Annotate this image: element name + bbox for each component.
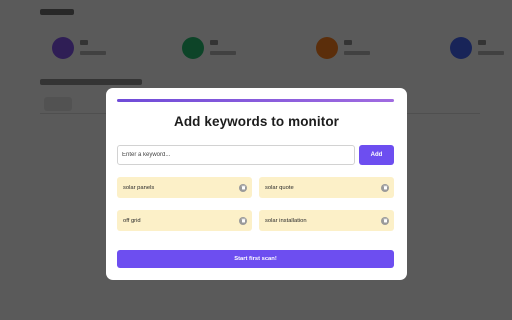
add-keyword-button[interactable]: Add	[359, 145, 394, 165]
trash-icon[interactable]	[381, 216, 389, 225]
keyword-chip: solar quote	[259, 177, 394, 198]
keyword-input[interactable]	[117, 145, 355, 165]
keyword-chip: solar installation	[259, 210, 394, 231]
trash-icon[interactable]	[381, 183, 389, 192]
modal-title: Add keywords to monitor	[173, 114, 340, 129]
keyword-chip-label: off grid	[123, 217, 141, 224]
keyword-chip: off grid	[117, 210, 252, 231]
keyword-chip-label: solar quote	[265, 184, 294, 191]
trash-icon[interactable]	[239, 216, 247, 225]
onboarding-progress-bar	[117, 99, 394, 102]
keyword-chip-label: solar panels	[123, 184, 155, 191]
progress-fill	[117, 99, 394, 102]
trash-icon[interactable]	[239, 183, 247, 192]
keyword-chip-label: solar installation	[265, 217, 307, 224]
add-keywords-modal: Add keywords to monitor Add solar panels…	[106, 88, 407, 280]
start-first-scan-button[interactable]: Start first scan!	[117, 250, 394, 268]
keyword-chip: solar panels	[117, 177, 252, 198]
